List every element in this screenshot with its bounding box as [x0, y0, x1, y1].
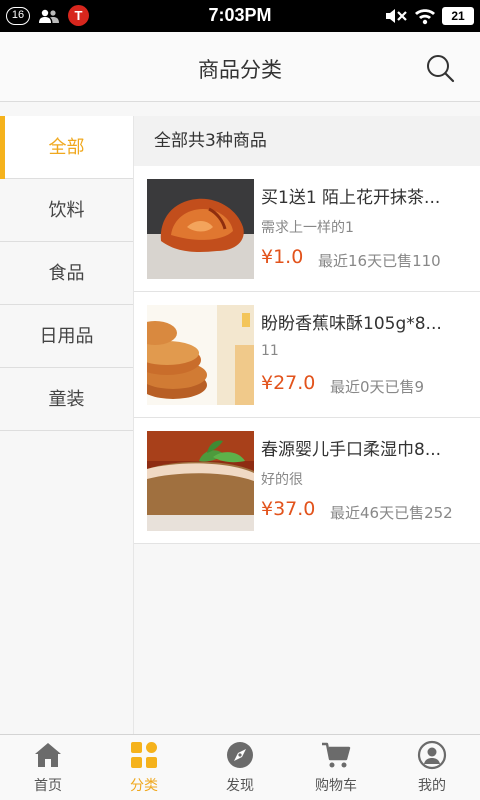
page-title: 商品分类: [198, 58, 282, 82]
tab-label: 发现: [226, 778, 254, 794]
product-description: 需求上一样的1: [261, 220, 354, 236]
status-bar: 16 T 7:03PM 21: [0, 0, 480, 32]
product-item[interactable]: 买1送1 陌上花开抹茶... 需求上一样的1 ¥1.0 最近16天已售110: [134, 166, 480, 292]
nav-header: 商品分类: [0, 32, 480, 102]
category-sidebar: 全部 饮料 食品 日用品 童装: [0, 116, 134, 734]
tab-profile[interactable]: 我的: [384, 735, 480, 800]
product-list-panel: 全部共3种商品 买1送1 陌上花开抹茶... 需求上一样的1 ¥1.0 最近16…: [134, 116, 480, 734]
tab-discover[interactable]: 发现: [192, 735, 288, 800]
tab-label: 首页: [34, 778, 62, 794]
bottom-tab-bar: 首页 分类 发现 购物车 我的: [0, 734, 480, 800]
tab-category[interactable]: 分类: [96, 735, 192, 800]
product-image: [147, 179, 254, 279]
tab-cart[interactable]: 购物车: [288, 735, 384, 800]
product-item[interactable]: 盼盼香蕉味酥105g*8... 11 ¥27.0 最近0天已售9: [134, 292, 480, 418]
tab-label: 购物车: [315, 778, 357, 794]
tab-label: 分类: [130, 778, 158, 794]
cart-icon: [322, 742, 351, 768]
product-title: 春源婴儿手口柔湿巾8...: [261, 440, 442, 460]
sidebar-item-all[interactable]: 全部: [0, 116, 133, 179]
sidebar-item-label: 饮料: [48, 200, 85, 221]
product-image: [147, 431, 254, 531]
sidebar-item-label: 全部: [48, 137, 85, 158]
product-price: ¥27.0: [261, 372, 316, 394]
sidebar-item-label: 日用品: [39, 326, 94, 347]
sidebar-item-kids-clothing[interactable]: 童装: [0, 368, 133, 431]
product-title: 买1送1 陌上花开抹茶...: [261, 188, 441, 208]
battery-indicator: 21: [442, 7, 474, 25]
home-icon: [35, 743, 61, 767]
product-description: 好的很: [261, 472, 303, 488]
profile-icon: [417, 740, 447, 770]
product-image: [147, 305, 254, 405]
status-time: 7:03PM: [208, 5, 272, 25]
product-item[interactable]: 春源婴儿手口柔湿巾8... 好的很 ¥37.0 最近46天已售252: [134, 418, 480, 544]
product-count-text: 全部共3种商品: [134, 116, 480, 166]
category-icon: [131, 742, 157, 768]
wifi-icon: [415, 9, 435, 25]
sidebar-item-drinks[interactable]: 饮料: [0, 179, 133, 242]
product-title: 盼盼香蕉味酥105g*8...: [261, 314, 442, 334]
product-sales: 最近46天已售252: [330, 504, 453, 522]
sidebar-item-label: 童装: [48, 389, 85, 410]
product-sales: 最近0天已售9: [330, 378, 425, 396]
tab-label: 我的: [418, 778, 446, 794]
search-icon[interactable]: [424, 52, 456, 84]
product-description: 11: [261, 343, 279, 359]
sidebar-item-daily-goods[interactable]: 日用品: [0, 305, 133, 368]
tab-home[interactable]: 首页: [0, 735, 96, 800]
product-sales: 最近16天已售110: [318, 252, 441, 270]
product-price: ¥37.0: [261, 498, 316, 520]
sidebar-item-label: 食品: [48, 263, 85, 284]
sidebar-item-food[interactable]: 食品: [0, 242, 133, 305]
mute-icon: [386, 9, 407, 23]
compass-icon: [227, 742, 253, 768]
product-price: ¥1.0: [261, 246, 304, 268]
